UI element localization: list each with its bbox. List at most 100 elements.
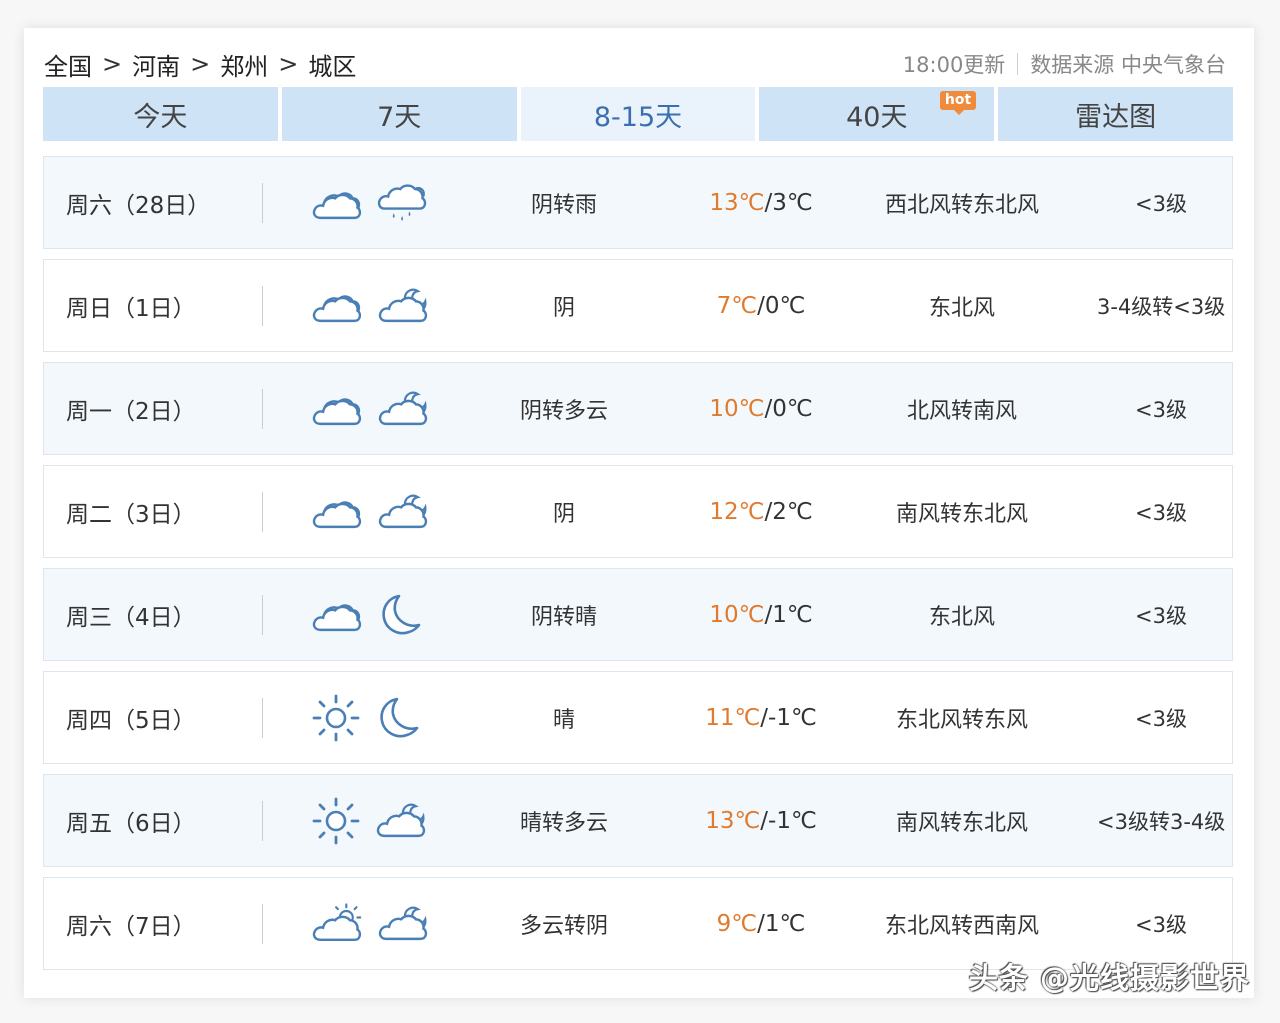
tab-40-days[interactable]: 40天 hot [759, 87, 995, 141]
high-temp: 10℃ [709, 601, 765, 628]
wind-direction: 南风转东北风 [895, 501, 1028, 527]
breadcrumb-item-country[interactable]: 全国 [44, 47, 92, 82]
moon-icon [377, 592, 423, 638]
cloud-sun-icon [311, 901, 363, 947]
forecast-row: 周六（28日） 阴转雨 13℃/3℃ 西北风转东北风 <3级 [43, 156, 1233, 249]
day-label: 周一（2日） [66, 398, 196, 425]
weather-condition: 阴转晴 [530, 604, 597, 630]
wind-level: <3级转3-4级 [1097, 809, 1226, 834]
cloud-moon-icon [377, 902, 429, 946]
tab-radar[interactable]: 雷达图 [998, 87, 1233, 141]
temp-separator: / [760, 704, 769, 731]
wind-level: <3级 [1135, 500, 1187, 525]
weather-condition: 多云转阴 [519, 913, 608, 939]
tab-today[interactable]: 今天 [43, 87, 278, 141]
temperature: 11℃/-1℃ [695, 705, 827, 731]
tab-8-15-days[interactable]: 8-15天 [520, 87, 756, 141]
update-time: 18:00更新 [902, 53, 1006, 77]
wind-direction: 东北风 [928, 295, 995, 321]
weather-icons [263, 490, 433, 534]
day-label: 周四（5日） [66, 707, 196, 734]
weather-condition: 晴转多云 [519, 810, 608, 836]
temperature: 13℃/-1℃ [695, 808, 827, 834]
tab-label: 40天 [846, 101, 908, 133]
day-label: 周六（7日） [66, 913, 196, 940]
high-temp: 9℃ [716, 910, 758, 937]
wind-direction: 北风转南风 [906, 398, 1017, 424]
forecast-row: 周四（5日） 晴 11℃/-1℃ 东北风转东风 <3级 [43, 671, 1233, 764]
tab-label: 雷达图 [1075, 101, 1157, 133]
weather-icons [263, 284, 433, 328]
watermark: 头条 @光线摄影世界 [968, 961, 1250, 995]
temp-separator: / [757, 292, 765, 319]
breadcrumb-separator: > [278, 50, 299, 78]
forecast-row: 周五（6日） 晴转多云 13℃/-1℃ 南风转东北风 <3级转3-4级 [43, 774, 1233, 867]
temperature: 13℃/3℃ [695, 190, 827, 216]
day-label: 周五（6日） [66, 810, 196, 837]
high-temp: 13℃ [709, 189, 765, 216]
temp-separator: / [760, 807, 769, 834]
temperature: 9℃/1℃ [695, 911, 827, 937]
temperature: 7℃/0℃ [695, 293, 827, 319]
high-temp: 11℃ [705, 704, 761, 731]
weather-icons [263, 796, 433, 846]
temp-separator: / [757, 910, 765, 937]
wind-direction: 东北风转东风 [895, 707, 1028, 733]
forecast-row: 周三（4日） 阴转晴 10℃/1℃ 东北风 <3级 [43, 568, 1233, 661]
cloud-moon-icon [377, 490, 429, 534]
moon-icon [375, 695, 421, 741]
weather-icons [263, 592, 433, 638]
cloud-moon-icon [375, 799, 427, 843]
temperature: 12℃/2℃ [695, 499, 827, 525]
high-temp: 7℃ [716, 292, 758, 319]
wind-direction: 西北风转东北风 [884, 192, 1039, 218]
weather-icons [263, 179, 433, 227]
breadcrumb-item-district[interactable]: 城区 [308, 47, 356, 82]
low-temp: -1℃ [768, 704, 817, 731]
data-source: 数据来源 中央气象台 [1030, 53, 1226, 77]
wind-direction: 南风转东北风 [895, 810, 1028, 836]
wind-direction: 东北风转西南风 [884, 913, 1039, 939]
weather-icons [263, 693, 433, 743]
breadcrumb-separator: > [190, 50, 211, 78]
low-temp: 0℃ [764, 292, 806, 319]
forecast-row: 周一（2日） 阴转多云 10℃/0℃ 北风转南风 <3级 [43, 362, 1233, 455]
breadcrumb: 全国 > 河南 > 郑州 > 城区 [44, 47, 356, 82]
low-temp: -1℃ [768, 807, 817, 834]
breadcrumb-item-province[interactable]: 河南 [132, 47, 180, 82]
wind-level: <3级 [1135, 912, 1187, 937]
low-temp: 1℃ [772, 601, 813, 628]
low-temp: 3℃ [772, 189, 813, 216]
breadcrumb-item-city[interactable]: 郑州 [220, 47, 268, 82]
high-temp: 12℃ [709, 498, 765, 525]
high-temp: 13℃ [705, 807, 761, 834]
forecast-panel: 全国 > 河南 > 郑州 > 城区 18:00更新 数据来源 中央气象台 今天 … [24, 28, 1254, 998]
high-temp: 10℃ [709, 395, 765, 422]
low-temp: 2℃ [772, 498, 813, 525]
forecast-list: 周六（28日） 阴转雨 13℃/3℃ 西北风转东北风 <3级 周日（1日）阴 7℃/0℃ 东北… [43, 156, 1233, 980]
update-meta: 18:00更新 数据来源 中央气象台 [903, 49, 1226, 79]
weather-icons [263, 387, 433, 431]
weather-condition: 阴 [552, 501, 575, 527]
temperature: 10℃/1℃ [695, 602, 827, 628]
forecast-row: 周二（3日） 阴 12℃/2℃ 南风转东北风 <3级 [43, 465, 1233, 558]
cloud-icon [311, 387, 363, 431]
tab-label: 今天 [133, 101, 188, 133]
meta-divider [1017, 53, 1019, 75]
day-label: 周日（1日） [66, 295, 196, 322]
breadcrumb-separator: > [102, 50, 123, 78]
cloud-icon [311, 593, 363, 637]
temperature: 10℃/0℃ [695, 396, 827, 422]
low-temp: 0℃ [772, 395, 813, 422]
cloud-icon [311, 284, 363, 328]
day-label: 周三（4日） [66, 604, 196, 631]
cloud-moon-icon [377, 284, 429, 328]
day-label: 周二（3日） [66, 501, 196, 528]
weather-condition: 晴 [552, 707, 575, 733]
forecast-row: 周日（1日） 阴 7℃/0℃ 东北风 3-4级转<3级 [43, 259, 1233, 352]
cloud-moon-icon [377, 387, 429, 431]
wind-level: <3级 [1135, 191, 1187, 216]
weather-icons [263, 901, 433, 947]
tab-7-days[interactable]: 7天 [281, 87, 517, 141]
tab-label: 7天 [377, 101, 422, 133]
